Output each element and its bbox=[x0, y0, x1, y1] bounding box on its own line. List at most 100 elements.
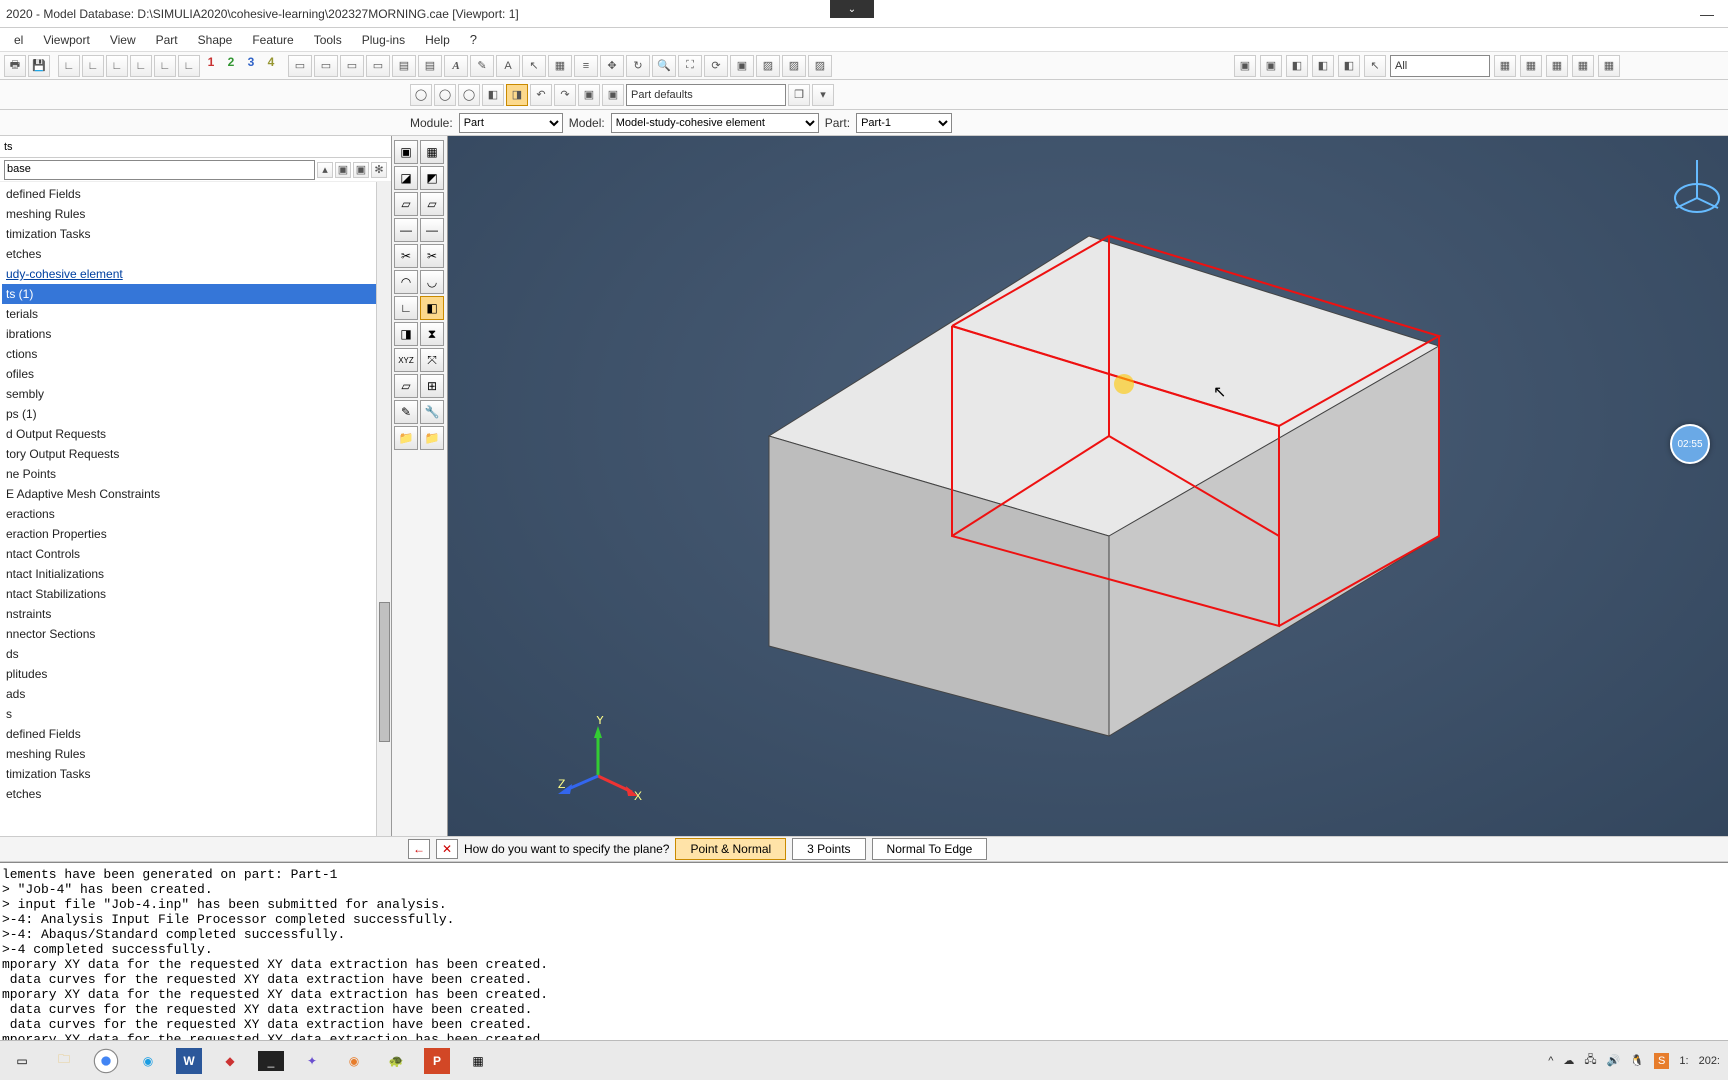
undo-icon[interactable]: ↶ bbox=[530, 84, 552, 106]
partition-cell-icon[interactable]: ◧ bbox=[420, 296, 444, 320]
tree-item[interactable]: meshing Rules bbox=[2, 204, 389, 224]
render3-icon[interactable]: ▨ bbox=[808, 55, 832, 77]
filter-b-icon[interactable]: ▣ bbox=[1260, 55, 1282, 77]
shade5-icon[interactable]: ◨ bbox=[506, 84, 528, 106]
cut-icon[interactable]: ✂ bbox=[394, 244, 418, 268]
module-a-icon[interactable]: ▣ bbox=[578, 84, 600, 106]
save-icon[interactable]: 💾 bbox=[28, 55, 50, 77]
scroll-thumb[interactable] bbox=[379, 602, 390, 742]
part-manager-icon[interactable]: ▦ bbox=[420, 140, 444, 164]
opt-c-icon[interactable]: ▦ bbox=[1546, 55, 1568, 77]
help-icon[interactable]: ? bbox=[470, 32, 477, 47]
menu-part[interactable]: Part bbox=[156, 33, 178, 47]
partition-b-icon[interactable]: ◨ bbox=[394, 322, 418, 346]
shade3-icon[interactable]: ◯ bbox=[458, 84, 480, 106]
render2-icon[interactable]: ▨ bbox=[782, 55, 806, 77]
csys-num-3[interactable]: 3 bbox=[242, 55, 260, 77]
prompt-opt-2[interactable]: Normal To Edge bbox=[872, 838, 988, 860]
opt-a-icon[interactable]: ▦ bbox=[1494, 55, 1516, 77]
menu-view[interactable]: View bbox=[110, 33, 136, 47]
tree-item[interactable]: ofiles bbox=[2, 364, 389, 384]
db-up-icon[interactable]: ▴ bbox=[317, 162, 333, 178]
filter-a-icon[interactable]: ▣ bbox=[1234, 55, 1256, 77]
tree-item[interactable]: nnector Sections bbox=[2, 624, 389, 644]
wire-b-icon[interactable]: ― bbox=[420, 218, 444, 242]
shell-icon[interactable]: ▱ bbox=[394, 192, 418, 216]
shade1-icon[interactable]: ◯ bbox=[410, 84, 432, 106]
prompt-opt-1[interactable]: 3 Points bbox=[792, 838, 865, 860]
redo-icon[interactable]: ↷ bbox=[554, 84, 576, 106]
rotate-icon[interactable]: ↻ bbox=[626, 55, 650, 77]
minimize-button[interactable]: — bbox=[1700, 6, 1714, 22]
zoom-icon[interactable]: 🔍 bbox=[652, 55, 676, 77]
opt-e-icon[interactable]: ▦ bbox=[1598, 55, 1620, 77]
pan-icon[interactable]: ✥ bbox=[600, 55, 624, 77]
tree-item[interactable]: nstraints bbox=[2, 604, 389, 624]
db-a-icon[interactable]: ▣ bbox=[335, 162, 351, 178]
part-select[interactable]: Part-1 bbox=[856, 113, 952, 133]
word-icon[interactable]: W bbox=[176, 1048, 202, 1074]
tray-up-icon[interactable]: ^ bbox=[1548, 1055, 1553, 1067]
menu-file[interactable]: el bbox=[14, 33, 23, 47]
chrome-icon[interactable] bbox=[92, 1047, 120, 1075]
csys4-icon[interactable]: ∟ bbox=[130, 55, 152, 77]
menu-viewport[interactable]: Viewport bbox=[43, 33, 89, 47]
tree-item[interactable]: defined Fields bbox=[2, 724, 389, 744]
filter-c-icon[interactable]: ◧ bbox=[1286, 55, 1308, 77]
menu-shape[interactable]: Shape bbox=[198, 33, 233, 47]
cube-mode-icon[interactable]: ❒ bbox=[788, 84, 810, 106]
tree-item[interactable]: plitudes bbox=[2, 664, 389, 684]
db-select[interactable]: base bbox=[4, 160, 315, 180]
blend-b-icon[interactable]: ◡ bbox=[420, 270, 444, 294]
csys-num-2[interactable]: 2 bbox=[222, 55, 240, 77]
tray-cloud-icon[interactable]: ☁ bbox=[1563, 1054, 1574, 1067]
tree-item[interactable]: terials bbox=[2, 304, 389, 324]
app2-icon[interactable]: ✦ bbox=[298, 1047, 326, 1075]
cycle-icon[interactable]: ⟳ bbox=[704, 55, 728, 77]
pencil-icon[interactable]: ✎ bbox=[470, 55, 494, 77]
solid-extrude-icon[interactable]: ◪ bbox=[394, 166, 418, 190]
view6-icon[interactable]: ▤ bbox=[418, 55, 442, 77]
geom-b-icon[interactable]: 📁 bbox=[420, 426, 444, 450]
opt-b-icon[interactable]: ▦ bbox=[1520, 55, 1542, 77]
tree-item[interactable]: ntact Stabilizations bbox=[2, 584, 389, 604]
db-c-icon[interactable]: ✻ bbox=[371, 162, 387, 178]
db-b-icon[interactable]: ▣ bbox=[353, 162, 369, 178]
prompt-opt-0[interactable]: Point & Normal bbox=[675, 838, 786, 860]
tree-item[interactable]: eraction Properties bbox=[2, 524, 389, 544]
fit-icon[interactable]: ▣ bbox=[730, 55, 754, 77]
edge-icon[interactable]: ◉ bbox=[134, 1047, 162, 1075]
taskview-icon[interactable]: ▭ bbox=[8, 1047, 36, 1075]
app1-icon[interactable]: ◆ bbox=[216, 1047, 244, 1075]
cut-b-icon[interactable]: ✂ bbox=[420, 244, 444, 268]
list-icon[interactable]: ≡ bbox=[574, 55, 598, 77]
tree-item[interactable]: timization Tasks bbox=[2, 764, 389, 784]
tree-item[interactable]: d Output Requests bbox=[2, 424, 389, 444]
view4-icon[interactable]: ▭ bbox=[366, 55, 390, 77]
shell-b-icon[interactable]: ▱ bbox=[420, 192, 444, 216]
tree-item[interactable]: etches bbox=[2, 784, 389, 804]
partition-face-icon[interactable]: ∟ bbox=[394, 296, 418, 320]
print-icon[interactable]: 🖶 bbox=[4, 55, 26, 77]
view5-icon[interactable]: ▤ bbox=[392, 55, 416, 77]
model-tree[interactable]: defined Fields meshing Rules timization Ta… bbox=[0, 182, 391, 806]
tray-ime2-icon[interactable]: S bbox=[1654, 1053, 1669, 1069]
module-b-icon[interactable]: ▣ bbox=[602, 84, 624, 106]
tree-item[interactable]: s bbox=[2, 704, 389, 724]
geom-a-icon[interactable]: 📁 bbox=[394, 426, 418, 450]
tree-item[interactable]: etches bbox=[2, 244, 389, 264]
shade4-icon[interactable]: ◧ bbox=[482, 84, 504, 106]
zoomrect-icon[interactable]: ⛶ bbox=[678, 55, 702, 77]
tree-item[interactable]: ntact Controls bbox=[2, 544, 389, 564]
filter-f-icon[interactable]: ↖ bbox=[1364, 55, 1386, 77]
tree-item[interactable]: ps (1) bbox=[2, 404, 389, 424]
view2-icon[interactable]: ▭ bbox=[314, 55, 338, 77]
menu-tools[interactable]: Tools bbox=[314, 33, 342, 47]
grid-icon[interactable]: ▦ bbox=[548, 55, 572, 77]
filter-d-icon[interactable]: ◧ bbox=[1312, 55, 1334, 77]
module-select[interactable]: Part bbox=[459, 113, 563, 133]
powerpoint-icon[interactable]: P bbox=[424, 1048, 450, 1074]
datum-xyz-icon[interactable]: XYZ bbox=[394, 348, 418, 372]
create-part-icon[interactable]: ▣ bbox=[394, 140, 418, 164]
csys-num-1[interactable]: 1 bbox=[202, 55, 220, 77]
